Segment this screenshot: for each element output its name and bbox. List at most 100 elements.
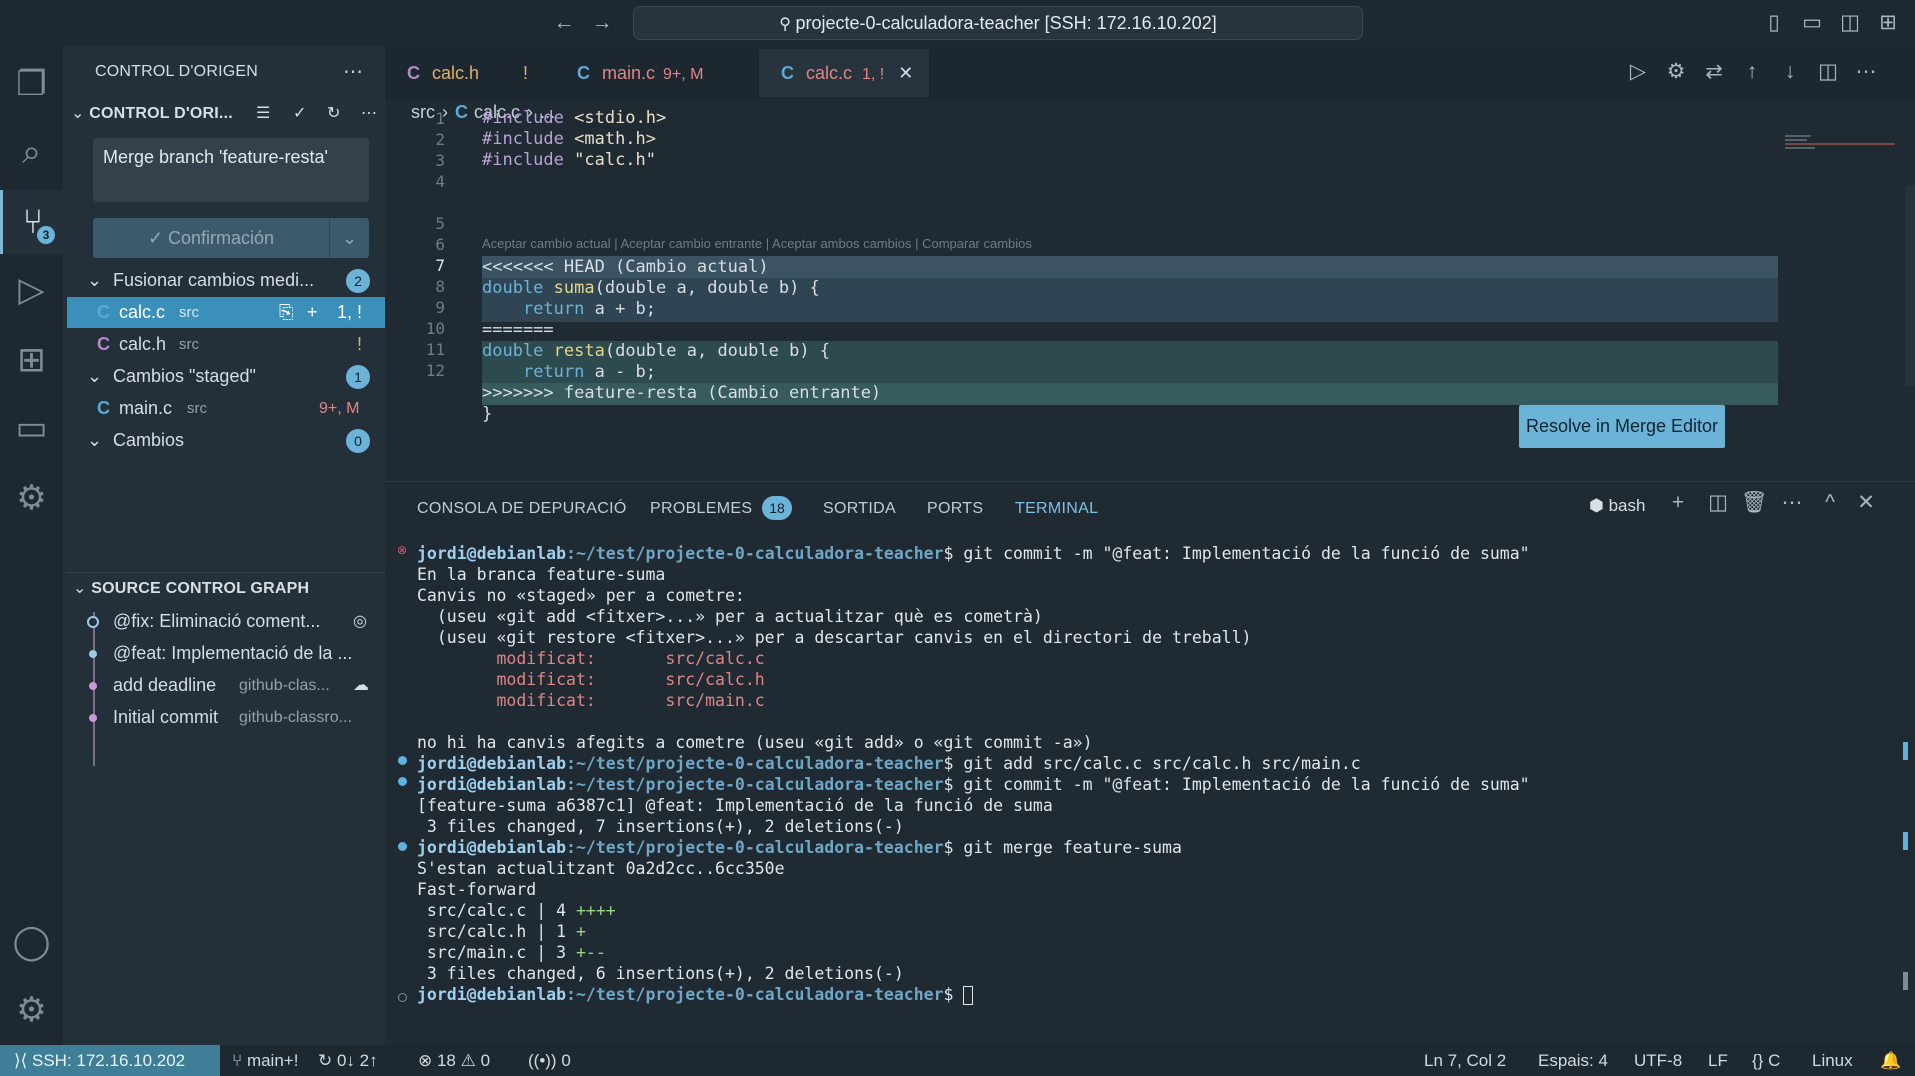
graph-commit[interactable]: add deadline github-clas... ☁: [67, 670, 385, 701]
cloud-icon: ☁: [353, 677, 369, 694]
previous-conflict-icon[interactable]: ↑: [1739, 59, 1765, 85]
tab-calc-c[interactable]: Ccalc.c 1, ! ✕: [759, 49, 929, 97]
tab-calc-h[interactable]: Ccalc.h!: [385, 49, 555, 97]
new-terminal-plus-icon[interactable]: +: [1665, 490, 1691, 516]
file-item-calc-c[interactable]: C calc.c src ⎘ + 1, !: [67, 297, 385, 328]
resolve-in-merge-editor-button[interactable]: Resolve in Merge Editor: [1519, 405, 1725, 448]
sidebar-title: CONTROL D'ORIGEN: [95, 63, 259, 80]
encoding[interactable]: UTF-8: [1634, 1045, 1682, 1076]
next-conflict-icon[interactable]: ↓: [1777, 59, 1803, 85]
maximize-panel-icon[interactable]: ^: [1817, 490, 1843, 516]
compare-changes-icon[interactable]: ⇄: [1701, 59, 1727, 85]
trash-icon[interactable]: 🗑: [1741, 490, 1768, 516]
command-success-dot: [398, 756, 407, 765]
group-merge-changes[interactable]: ⌄ Fusionar cambios medi... 2: [67, 265, 385, 296]
graph-commit[interactable]: @feat: Implementació de la ...: [67, 638, 385, 669]
graph-commit[interactable]: Initial commit github-classro...: [67, 702, 385, 733]
split-editor-icon[interactable]: ◫: [1815, 59, 1841, 85]
split-terminal-icon[interactable]: ◫: [1705, 490, 1731, 516]
group-changes[interactable]: ⌄ Cambios 0: [67, 425, 385, 456]
terminal-output[interactable]: jordi@debianlab:~/test/projecte-0-calcul…: [417, 543, 1530, 1005]
warning-icon: ⚠: [460, 1051, 481, 1070]
terminal-scrollbar[interactable]: [1903, 972, 1908, 990]
commit-check-icon[interactable]: ✓: [293, 98, 307, 130]
chevron-down-icon: ⌄: [87, 270, 103, 290]
close-tab-icon[interactable]: ✕: [898, 63, 913, 83]
sync-icon: ↻: [318, 1051, 337, 1070]
accounts-icon[interactable]: ◯: [0, 910, 63, 974]
more-actions-icon[interactable]: ⋯: [343, 56, 363, 88]
problems-indicator[interactable]: ⊗ 18 ⚠ 0: [418, 1045, 490, 1076]
testing-icon[interactable]: ⚙: [0, 466, 63, 530]
run-icon[interactable]: ▷: [1625, 59, 1651, 85]
open-file-icon[interactable]: ⎘: [279, 297, 293, 328]
code-editor-conflict[interactable]: <<<<<<< HEAD (Cambio actual) double suma…: [482, 257, 881, 425]
target-icon: ◎: [353, 613, 367, 630]
refresh-icon[interactable]: ↻: [327, 98, 341, 130]
customize-layout-icon[interactable]: ⊞: [1875, 10, 1901, 36]
remote-icon: ⟩⟨: [14, 1051, 32, 1070]
view-as-list-icon[interactable]: ☰: [256, 98, 271, 130]
commit-message-input[interactable]: Merge branch 'feature-resta': [93, 138, 369, 202]
end-of-line[interactable]: LF: [1708, 1045, 1728, 1076]
merge-codelens[interactable]: Aceptar cambio actual | Aceptar cambio e…: [482, 236, 1032, 251]
repo-section-header[interactable]: ⌄ CONTROL D'ORI... ☰ ✓ ↻ ⋯: [71, 98, 385, 130]
run-debug-icon[interactable]: ▷: [0, 258, 63, 322]
more-icon[interactable]: ⋯: [1779, 490, 1805, 516]
toggle-secondary-sidebar-icon[interactable]: ◫: [1837, 10, 1863, 36]
graph-section-header[interactable]: ⌄ SOURCE CONTROL GRAPH: [67, 572, 385, 604]
toggle-panel-icon[interactable]: ▭: [1799, 10, 1825, 36]
problems-count-badge: 18: [762, 496, 792, 520]
commit-button[interactable]: ✓ Confirmación ⌄: [93, 218, 369, 258]
explorer-icon[interactable]: ❐: [0, 52, 63, 116]
settings-gear-icon[interactable]: ⚙: [0, 978, 63, 1042]
code-editor[interactable]: #include <stdio.h> #include <math.h> #in…: [482, 108, 666, 192]
tab-main-c[interactable]: Cmain.c 9+, M: [555, 49, 745, 97]
minimap[interactable]: [1785, 132, 1895, 162]
commit-dropdown-chevron-icon[interactable]: ⌄: [329, 218, 369, 258]
editor-area: Ccalc.h! Cmain.c 9+, M Ccalc.c 1, ! ✕ ▷ ⚙ ⇄…: [385, 46, 1915, 481]
stage-plus-icon[interactable]: +: [307, 297, 318, 328]
tab-debug-console[interactable]: CONSOLA DE DEPURACIÓ: [417, 500, 627, 518]
forward-arrow-icon[interactable]: →: [589, 10, 615, 36]
extensions-icon[interactable]: ⊞: [0, 328, 63, 392]
search-icon[interactable]: ⌕: [0, 120, 63, 184]
more-actions-icon[interactable]: ⋯: [1853, 59, 1879, 85]
tab-ports[interactable]: PORTS: [927, 500, 983, 518]
toggle-sidebar-icon[interactable]: ▯: [1761, 10, 1787, 36]
source-control-icon[interactable]: ⑂ 3: [0, 190, 63, 254]
file-item-main-c[interactable]: C main.c src 9+, M: [67, 393, 385, 424]
remote-indicator[interactable]: ⟩⟨ SSH: 172.16.10.202: [0, 1045, 220, 1076]
cursor-position[interactable]: Ln 7, Col 2: [1424, 1045, 1506, 1076]
notifications-bell-icon[interactable]: 🔔: [1880, 1045, 1901, 1076]
close-panel-icon[interactable]: ✕: [1853, 490, 1879, 516]
more-icon[interactable]: ⋯: [361, 98, 377, 130]
tab-problems[interactable]: PROBLEMES: [650, 500, 752, 518]
graph-commit[interactable]: @fix: Eliminació coment... ◎: [67, 606, 385, 637]
os-indicator[interactable]: Linux: [1812, 1045, 1853, 1076]
language-mode[interactable]: {} C: [1752, 1045, 1780, 1076]
ports-indicator[interactable]: ((•)) 0: [528, 1045, 571, 1076]
back-arrow-icon[interactable]: ←: [551, 10, 577, 36]
branch-indicator[interactable]: ⑂ main+!: [232, 1045, 298, 1076]
command-center[interactable]: ⚲ projecte-0-calculadora-teacher [SSH: 1…: [633, 6, 1363, 40]
chevron-down-icon: ⌄: [87, 430, 103, 450]
terminal-shell-selector[interactable]: ⬢ bash: [1589, 496, 1645, 516]
tab-output[interactable]: SORTIDA: [823, 500, 896, 518]
chevron-down-icon: ⌄: [71, 105, 90, 122]
editor-scrollbar[interactable]: [1905, 186, 1915, 386]
gear-icon[interactable]: ⚙: [1663, 59, 1689, 85]
commit-dot: [87, 616, 99, 628]
c-header-file-icon: C: [97, 334, 110, 354]
indentation[interactable]: Espais: 4: [1538, 1045, 1608, 1076]
tab-terminal[interactable]: TERMINAL: [1015, 500, 1098, 518]
source-control-sidebar: CONTROL D'ORIGEN ⋯ ⌄ CONTROL D'ORI... ☰ …: [63, 46, 385, 1045]
command-success-dot: [398, 842, 407, 851]
c-file-icon: C: [97, 302, 110, 322]
line-numbers: 1 2 3 4 5 6 7 8 9 10 11 12: [425, 109, 445, 380]
remote-explorer-icon[interactable]: ▭: [0, 396, 63, 460]
group-staged-changes[interactable]: ⌄ Cambios "staged" 1: [67, 361, 385, 392]
count-badge: 0: [346, 429, 370, 453]
sync-indicator[interactable]: ↻ 0↓ 2↑: [318, 1045, 378, 1076]
file-item-calc-h[interactable]: C calc.h src !: [67, 329, 385, 360]
